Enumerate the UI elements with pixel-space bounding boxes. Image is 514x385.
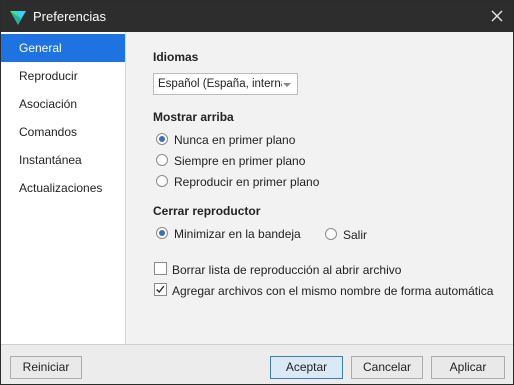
- checkmark-icon: [156, 285, 165, 293]
- app-logo-icon: [10, 11, 26, 25]
- sidebar: General Reproducir Asociación Comandos I…: [1, 32, 125, 344]
- dialog-footer: Reiniciar Aceptar Cancelar Aplicar: [1, 344, 513, 384]
- sidebar-item-asociacion[interactable]: Asociación: [1, 90, 125, 118]
- radio-reproducir-primer-plano[interactable]: [156, 175, 168, 187]
- sidebar-item-comandos[interactable]: Comandos: [1, 118, 125, 146]
- close-icon[interactable]: [485, 4, 509, 28]
- label-minimizar-bandeja: Minimizar en la bandeja: [174, 227, 301, 241]
- language-select[interactable]: Español (España, internacional): [153, 73, 298, 95]
- preferences-window: Preferencias General Reproducir Asociaci…: [0, 0, 514, 385]
- title-bar: Preferencias: [1, 1, 513, 32]
- apply-button[interactable]: Aplicar: [431, 356, 505, 379]
- radio-minimizar-bandeja[interactable]: [156, 227, 168, 239]
- accept-button[interactable]: Aceptar: [270, 356, 343, 379]
- language-select-value: Español (España, internacional): [158, 78, 282, 90]
- label-nunca-primer-plano: Nunca en primer plano: [174, 133, 296, 147]
- sidebar-item-general[interactable]: General: [1, 34, 125, 62]
- chevron-down-icon: [283, 83, 291, 87]
- radio-salir[interactable]: [325, 228, 337, 240]
- cancel-button[interactable]: Cancelar: [351, 356, 423, 379]
- radio-siempre-primer-plano[interactable]: [156, 154, 168, 166]
- sidebar-item-instantanea[interactable]: Instantánea: [1, 146, 125, 174]
- label-siempre-primer-plano: Siempre en primer plano: [174, 154, 306, 168]
- reset-button[interactable]: Reiniciar: [10, 356, 82, 379]
- general-panel: Idiomas Español (España, internacional) …: [126, 32, 513, 344]
- sidebar-item-reproducir[interactable]: Reproducir: [1, 62, 125, 90]
- label-salir: Salir: [343, 228, 368, 242]
- checkbox-borrar-lista[interactable]: [154, 262, 167, 275]
- label-reproducir-primer-plano: Reproducir en primer plano: [174, 175, 320, 189]
- mostrar-arriba-heading: Mostrar arriba: [153, 110, 234, 124]
- window-title: Preferencias: [33, 9, 106, 24]
- label-agregar-archivos: Agregar archivos con el mismo nombre de …: [172, 284, 494, 298]
- label-borrar-lista: Borrar lista de reproducción al abrir ar…: [172, 263, 402, 277]
- radio-nunca-primer-plano[interactable]: [156, 133, 168, 145]
- idiomas-heading: Idiomas: [153, 50, 199, 64]
- checkbox-agregar-archivos[interactable]: [154, 283, 167, 296]
- sidebar-item-actualizaciones[interactable]: Actualizaciones: [1, 174, 125, 202]
- cerrar-reproductor-heading: Cerrar reproductor: [153, 204, 261, 218]
